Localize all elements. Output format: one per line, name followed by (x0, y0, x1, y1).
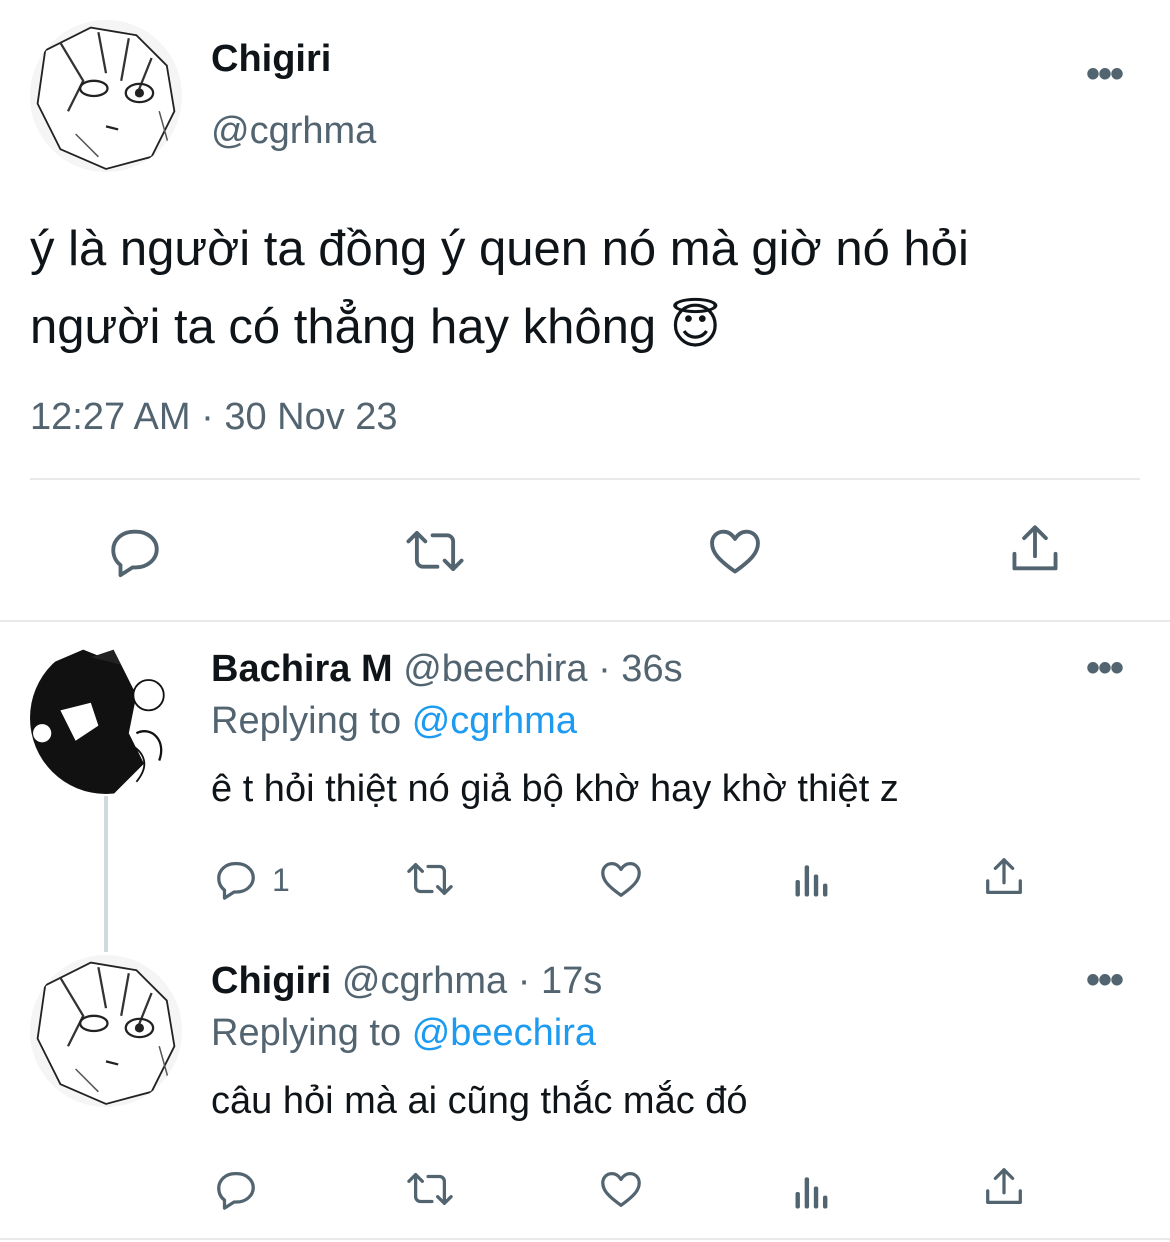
share-icon[interactable] (980, 1164, 1028, 1210)
author-handle[interactable]: @cgrhma (211, 110, 376, 153)
retweet-icon[interactable] (402, 1166, 458, 1212)
reply-time[interactable]: · 36s (598, 648, 682, 690)
views-icon[interactable] (790, 1170, 834, 1214)
replying-to-link[interactable]: @beechira (412, 1012, 596, 1054)
like-icon[interactable] (596, 1166, 646, 1212)
reply-header: Bachira M @beechira · 36s (211, 648, 683, 691)
retweet-icon[interactable] (400, 522, 470, 580)
replying-to: Replying to @beechira (211, 1012, 596, 1055)
reply-count: 1 (272, 862, 290, 898)
tweet-text-line-1: ý là người ta đồng ý quen nó mà giờ nó h… (30, 222, 969, 276)
share-icon[interactable] (980, 854, 1028, 900)
avatar[interactable] (30, 20, 182, 172)
retweet-icon[interactable] (402, 856, 458, 902)
divider (0, 620, 1170, 622)
avatar[interactable] (30, 642, 182, 794)
like-icon[interactable] (596, 856, 646, 902)
share-icon[interactable] (1004, 520, 1066, 578)
tweet-text-line-2-text: người ta có thẳng hay không (30, 300, 657, 354)
author-name[interactable]: Chigiri (211, 38, 331, 81)
smiling-face-with-halo-emoji: 😇 (669, 300, 721, 354)
reply-icon[interactable] (212, 856, 260, 902)
reply-text: ê t hỏi thiệt nó giả bộ khờ hay khờ thiệ… (211, 768, 899, 810)
replying-to-label: Replying to (211, 1012, 402, 1054)
tweet-text: ý là người ta đồng ý quen nó mà giờ nó h… (30, 210, 969, 366)
replying-to-label: Replying to (211, 700, 402, 742)
replying-to: Replying to @cgrhma (211, 700, 577, 743)
tweet-text-line-2: người ta có thẳng hay không 😇 (30, 288, 969, 366)
reply-icon[interactable] (212, 1166, 260, 1212)
reply-icon[interactable] (104, 522, 166, 580)
more-options-button[interactable]: ••• (1086, 960, 1124, 1000)
avatar[interactable] (30, 955, 182, 1107)
replying-to-link[interactable]: @cgrhma (412, 700, 577, 742)
divider (0, 1238, 1170, 1240)
author-handle[interactable]: @beechira (403, 648, 587, 690)
author-handle[interactable]: @cgrhma (342, 960, 507, 1002)
author-name[interactable]: Chigiri (211, 960, 331, 1002)
reply-header: Chigiri @cgrhma · 17s (211, 960, 602, 1003)
author-name[interactable]: Bachira M (211, 648, 393, 690)
reply-time[interactable]: · 17s (518, 960, 602, 1002)
like-icon[interactable] (704, 522, 766, 580)
divider (30, 478, 1140, 480)
more-options-button[interactable]: ••• (1086, 648, 1124, 688)
tweet-timestamp[interactable]: 12:27 AM · 30 Nov 23 (30, 396, 398, 439)
thread-connector-line (104, 796, 108, 952)
reply-text: câu hỏi mà ai cũng thắc mắc đó (211, 1080, 748, 1122)
views-icon[interactable] (790, 858, 834, 902)
more-options-button[interactable]: ••• (1086, 54, 1124, 94)
